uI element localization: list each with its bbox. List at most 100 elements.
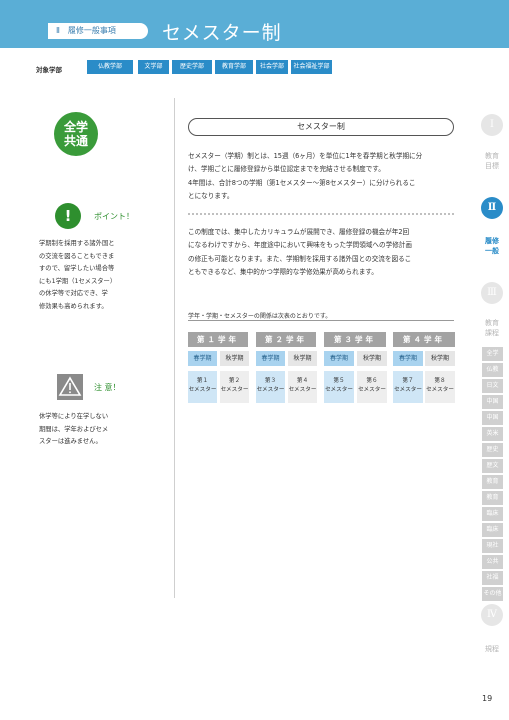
- year-header: 第４学年: [393, 332, 455, 347]
- faculty-subtab[interactable]: 歴史: [482, 443, 503, 457]
- semester-cell: 第５ セメスター: [324, 371, 354, 403]
- text-line: ともできるなど、集中的かつ学際的な学修効果が高められます。: [188, 267, 378, 276]
- chapter-tab-1[interactable]: Ⅰ: [481, 114, 503, 136]
- faculty-subtab[interactable]: 現社: [482, 539, 503, 553]
- semester-unit: セメスター: [394, 387, 422, 393]
- label-line: 教育: [485, 319, 499, 327]
- caption-rule: [188, 320, 454, 321]
- semester-cell: 第２ セメスター: [220, 371, 249, 403]
- faculty-badge: 社会学部: [256, 60, 288, 74]
- label-line: 目標: [485, 162, 499, 170]
- faculty-badge: 仏教学部: [87, 60, 133, 74]
- semester-number: 第７: [402, 378, 414, 384]
- column-divider: [174, 98, 175, 598]
- chapter-tab-2[interactable]: Ⅱ: [481, 197, 503, 219]
- section-tag: Ⅱ 履修一般事項: [48, 23, 148, 39]
- point-label: ポイント！: [94, 212, 134, 221]
- term-autumn: 秋学期: [220, 351, 249, 366]
- text-line: の休学等で対応でき、学: [39, 290, 108, 297]
- label-line: 一般: [485, 247, 499, 255]
- badge-line: 共通: [63, 134, 88, 148]
- caution-text: 休学等により在学しない 期間は、学年およびセメ スターは進みません。: [39, 411, 108, 449]
- page-number: 19: [482, 694, 493, 703]
- semester-cell: 第３ セメスター: [256, 371, 285, 403]
- faculty-subtab[interactable]: 中国: [482, 411, 503, 425]
- text-line: この制度では、集中したカリキュラムが展開でき、履修登録の機会が年2回: [188, 228, 410, 236]
- faculty-subtab[interactable]: その他: [482, 587, 503, 601]
- faculty-subtab[interactable]: 社福: [482, 571, 503, 585]
- term-autumn: 秋学期: [288, 351, 317, 366]
- detail-paragraph: この制度では、集中したカリキュラムが展開でき、履修登録の機会が年2回 になるわけ…: [188, 226, 412, 279]
- term-spring: 春学期: [324, 351, 354, 366]
- semester-number: 第４: [296, 378, 309, 384]
- table-caption: 学年・学期・セメスターの関係は次表のとおりです。: [188, 313, 332, 320]
- page-title: セメスター制: [162, 22, 282, 44]
- text-line: の修正も可能となります。また、学期制を採用する諸外国との交流を図るこ: [188, 254, 412, 263]
- term-spring: 春学期: [188, 351, 217, 366]
- warning-icon: [57, 374, 83, 400]
- badge-line: 全学: [63, 120, 88, 134]
- faculty-subtab[interactable]: 教育: [482, 491, 503, 505]
- faculty-subtab[interactable]: 教育: [482, 475, 503, 489]
- semester-number: 第３: [264, 378, 277, 384]
- text-line: 4年間は、合計8つの学期（第1セメスター〜第8セメスター）に分けられるこ: [188, 178, 416, 187]
- semester-unit: セメスター: [426, 387, 454, 393]
- semester-cell: 第１ セメスター: [188, 371, 217, 403]
- faculty-subtab[interactable]: 歴文: [482, 459, 503, 473]
- chapter-label-4: 規程: [481, 644, 503, 654]
- intro-paragraph: セメスター（学期）制とは、15週（6ヶ月）を単位に1年を春学期と秋学期に分 け、…: [188, 150, 422, 203]
- semester-number: 第８: [434, 378, 446, 384]
- semester-number: 第６: [366, 378, 378, 384]
- chapter-label-2: 履修 一般: [481, 236, 503, 256]
- faculty-subtab[interactable]: 仏教: [482, 363, 503, 377]
- year-header: 第２学年: [256, 332, 316, 347]
- section-title: セメスター制: [188, 118, 454, 136]
- faculty-subtab[interactable]: 公共: [482, 555, 503, 569]
- text-line: とになります。: [188, 191, 234, 200]
- target-label: 対象学部: [36, 66, 62, 74]
- text-line: 期間は、学年およびセメ: [39, 425, 109, 433]
- semester-cell: 第４ セメスター: [288, 371, 317, 403]
- semester-cell: 第７ セメスター: [393, 371, 423, 403]
- label-line: 履修: [485, 237, 499, 245]
- text-line: すので、留学したい場合等: [39, 265, 115, 272]
- semester-unit: セメスター: [188, 387, 217, 393]
- semester-unit: セメスター: [220, 387, 249, 393]
- text-line: セメスター（学期）制とは、15週（6ヶ月）を単位に1年を春学期と秋学期に分: [188, 152, 423, 160]
- semester-number: 第５: [333, 378, 345, 384]
- label-line: 課程: [485, 329, 499, 337]
- term-autumn: 秋学期: [357, 351, 387, 366]
- caution-label: 注 意！: [94, 383, 121, 392]
- semester-cell: 第６ セメスター: [357, 371, 387, 403]
- term-autumn: 秋学期: [425, 351, 455, 366]
- chapter-label-3: 教育 課程: [481, 318, 503, 338]
- chapter-tab-4[interactable]: Ⅳ: [481, 604, 503, 626]
- point-text: 学期制を採用する諸外国と の交流を図ることもできま すので、留学したい場合等 に…: [39, 238, 116, 313]
- semester-unit: セメスター: [358, 387, 386, 393]
- faculty-badge: 歴史学部: [172, 60, 212, 74]
- faculty-subtab[interactable]: 英米: [482, 427, 503, 441]
- semester-unit: セメスター: [325, 387, 353, 393]
- chapter-label-1: 教育 目標: [481, 151, 503, 171]
- faculty-subtab[interactable]: 全学: [482, 347, 503, 361]
- text-line: け、学期ごとに履修登録から単位認定までを完結させる制度です。: [188, 165, 385, 174]
- term-spring: 春学期: [393, 351, 423, 366]
- term-spring: 春学期: [256, 351, 285, 366]
- year-header: 第１学年: [188, 332, 248, 347]
- semester-unit: セメスター: [288, 387, 317, 393]
- text-line: 学期制を採用する諸外国と: [39, 240, 115, 247]
- text-line: の交流を図ることもできま: [39, 252, 115, 260]
- chapter-tab-3[interactable]: Ⅲ: [481, 282, 503, 304]
- faculty-subtab[interactable]: 臨床: [482, 523, 503, 537]
- all-faculty-badge: 全学 共通: [54, 112, 98, 156]
- text-line: 休学等により在学しない: [39, 413, 109, 420]
- text-line: になるわけですから、年度途中において興味をもった学問領域への学修計画: [188, 241, 412, 250]
- faculty-subtab[interactable]: 臨床: [482, 507, 503, 521]
- faculty-subtab[interactable]: 日文: [482, 379, 503, 393]
- faculty-subtab[interactable]: 中国: [482, 395, 503, 409]
- semester-number: 第２: [228, 378, 241, 384]
- year-header: 第３学年: [324, 332, 386, 347]
- text-line: にも1学期（1セメスター）: [39, 277, 117, 285]
- text-line: スターは進みません。: [39, 438, 102, 445]
- dotted-divider: [188, 213, 454, 215]
